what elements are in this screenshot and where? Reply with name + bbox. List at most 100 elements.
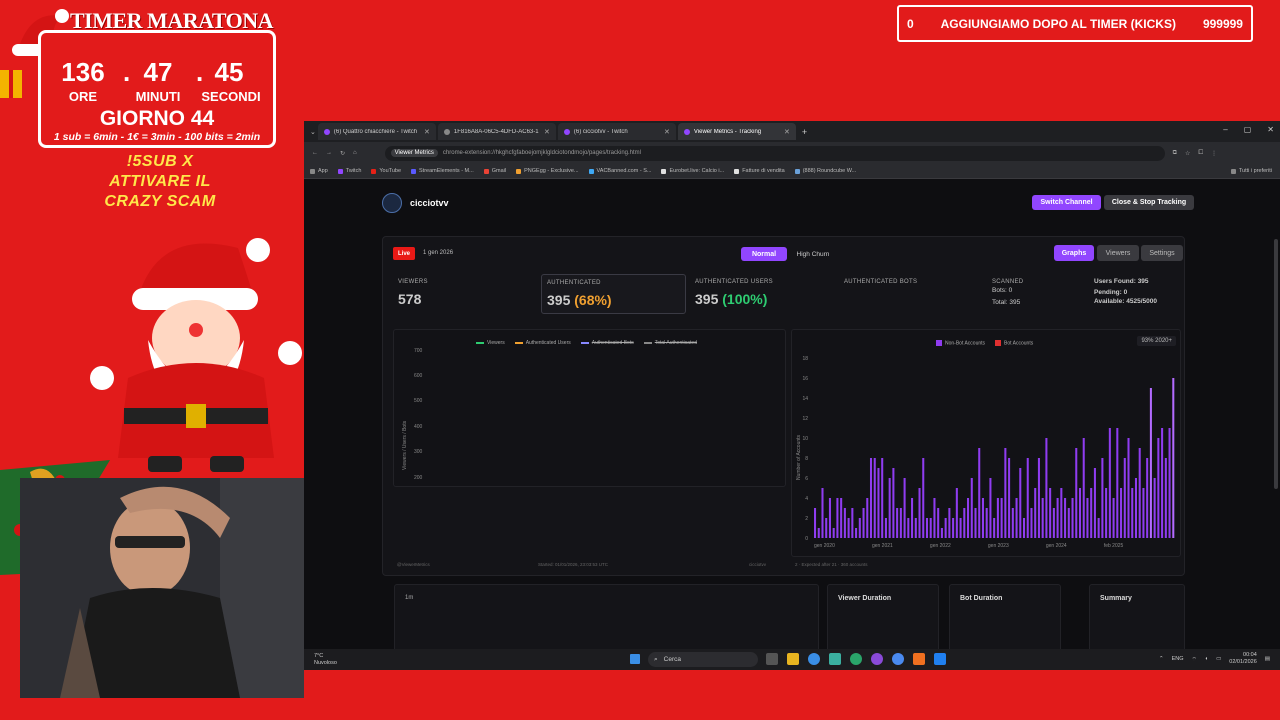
chart-bar[interactable] — [884, 518, 887, 538]
settings-tab[interactable]: Settings — [1141, 245, 1183, 261]
chart-bar[interactable] — [1008, 458, 1011, 538]
chart-bar[interactable] — [1004, 448, 1007, 538]
chart-bar[interactable] — [1078, 488, 1082, 538]
chart-bar[interactable] — [1153, 478, 1156, 538]
extensions-icon[interactable]: ⧠ — [1198, 150, 1203, 157]
chart-bar[interactable] — [896, 508, 899, 538]
chart-bar[interactable] — [1034, 488, 1037, 538]
chart-bar[interactable] — [828, 498, 831, 538]
close-stop-tracking-button[interactable]: Close & Stop Tracking — [1104, 195, 1194, 210]
chart-bar[interactable] — [903, 478, 906, 538]
reload-icon[interactable]: ↻ — [340, 150, 345, 157]
chart-bar[interactable] — [937, 508, 940, 538]
bookmark-item[interactable]: Gmail — [483, 168, 506, 174]
chart-bar[interactable] — [1120, 488, 1123, 538]
bookmark-item[interactable]: Fatture di vendita — [734, 168, 785, 174]
chart-bar[interactable] — [974, 508, 977, 538]
chart-bar[interactable] — [873, 458, 876, 538]
chart-bar[interactable] — [1093, 468, 1096, 538]
chart-bar[interactable] — [1060, 488, 1063, 538]
chart-bar[interactable] — [847, 518, 850, 538]
legend-item[interactable]: Authenticated Bots — [580, 340, 634, 346]
minimize-icon[interactable]: – — [1223, 125, 1227, 134]
chart-bar[interactable] — [1142, 488, 1145, 538]
chart-bar[interactable] — [989, 478, 992, 538]
chart-bar[interactable] — [1015, 498, 1018, 538]
volume-icon[interactable]: ◖ — [1205, 656, 1208, 662]
menu-icon[interactable]: ⋮ — [1211, 150, 1217, 157]
chart-bar[interactable] — [1146, 458, 1149, 538]
chart-bar[interactable] — [869, 458, 873, 538]
mode-high-churn-button[interactable]: High Churn — [789, 247, 837, 261]
chart-bar[interactable] — [1045, 438, 1048, 538]
chart-bar[interactable] — [1127, 438, 1130, 538]
chart-bar[interactable] — [925, 518, 929, 538]
notification-icon[interactable]: ▤ — [1265, 656, 1270, 662]
switch-channel-button[interactable]: Switch Channel — [1032, 195, 1101, 210]
new-tab-icon[interactable]: + — [802, 127, 807, 137]
chart-bar[interactable] — [952, 518, 955, 538]
chart-bar[interactable] — [993, 518, 996, 538]
battery-icon[interactable]: ▭ — [1216, 656, 1221, 662]
legend-item[interactable]: Total Authenticated — [643, 340, 697, 346]
forward-icon[interactable]: → — [326, 150, 332, 156]
translate-icon[interactable]: ⧉ — [1173, 150, 1177, 157]
tab-search-icon[interactable]: ⌄ — [310, 128, 316, 136]
chart-bar[interactable] — [821, 488, 824, 538]
close-tab-icon[interactable]: ✕ — [664, 128, 670, 136]
bookmark-item[interactable]: PNGEgg - Exclusive... — [516, 168, 579, 174]
chart-bar[interactable] — [907, 518, 910, 538]
chart-bar[interactable] — [996, 498, 999, 538]
chart-bar[interactable] — [1116, 428, 1119, 538]
close-tab-icon[interactable]: ✕ — [544, 128, 550, 136]
browser-tab[interactable]: (6) Quattro chiacchiere - Twitch ✕ — [317, 123, 436, 140]
chart-bar[interactable] — [1071, 498, 1074, 538]
chart-bar[interactable] — [1064, 498, 1067, 538]
chart-bar[interactable] — [918, 488, 921, 538]
maximize-icon[interactable]: ▢ — [1244, 125, 1252, 134]
bookmark-item[interactable]: YouTube — [371, 168, 401, 174]
chart-bar[interactable] — [1149, 388, 1152, 538]
browser-tab[interactable]: (6) cicciotvv - Twitch ✕ — [557, 123, 676, 140]
close-tab-icon[interactable]: ✕ — [784, 128, 790, 136]
chart-bar[interactable] — [1041, 498, 1044, 538]
chart-bar[interactable] — [944, 518, 947, 538]
chart-bar[interactable] — [1168, 428, 1171, 538]
bookmark-item[interactable]: VACBanned.com - S... — [588, 168, 651, 174]
close-tab-icon[interactable]: ✕ — [424, 128, 430, 136]
bookmark-item[interactable]: Twitch — [337, 168, 361, 174]
chart-bar[interactable] — [840, 498, 843, 538]
language-indicator[interactable]: ENG — [1172, 656, 1184, 662]
chart-bar[interactable] — [888, 478, 891, 538]
chart-bar[interactable] — [1090, 488, 1093, 538]
chart-bar[interactable] — [1030, 508, 1033, 538]
task-view-icon[interactable] — [766, 653, 778, 665]
bookmark-item[interactable]: (888) Roundcube W... — [794, 168, 856, 174]
chart-bar[interactable] — [981, 498, 984, 538]
chart-bar[interactable] — [967, 498, 970, 538]
chart-bar[interactable] — [970, 478, 973, 538]
back-icon[interactable]: ← — [312, 150, 318, 156]
chart-bar[interactable] — [985, 508, 988, 538]
obs-icon[interactable] — [871, 653, 883, 665]
chart-bar[interactable] — [1172, 378, 1175, 538]
chart-bar[interactable] — [1082, 438, 1085, 538]
app-icon[interactable] — [829, 653, 841, 665]
graphs-tab[interactable]: Graphs — [1054, 245, 1094, 261]
file-explorer-icon[interactable] — [787, 653, 799, 665]
bookmark-star-icon[interactable]: ☆ — [1185, 150, 1190, 157]
chart-bar[interactable] — [929, 518, 932, 538]
chart-bar[interactable] — [843, 508, 846, 538]
chart-bar[interactable] — [1105, 488, 1108, 538]
chart-bar[interactable] — [1049, 488, 1052, 538]
chart-bar[interactable] — [948, 508, 951, 538]
chart-bar[interactable] — [1101, 458, 1104, 538]
chart-bar[interactable] — [836, 498, 839, 538]
chart-bar[interactable] — [1019, 468, 1022, 538]
site-chip[interactable]: Viewer Metrics — [390, 149, 438, 157]
chart-bar[interactable] — [940, 528, 943, 538]
chart-bar[interactable] — [1067, 508, 1070, 538]
vlc-icon[interactable] — [913, 653, 925, 665]
url-input[interactable]: Viewer Metrics chrome-extension://hkghcf… — [384, 145, 1165, 161]
chart-bar[interactable] — [959, 518, 962, 538]
